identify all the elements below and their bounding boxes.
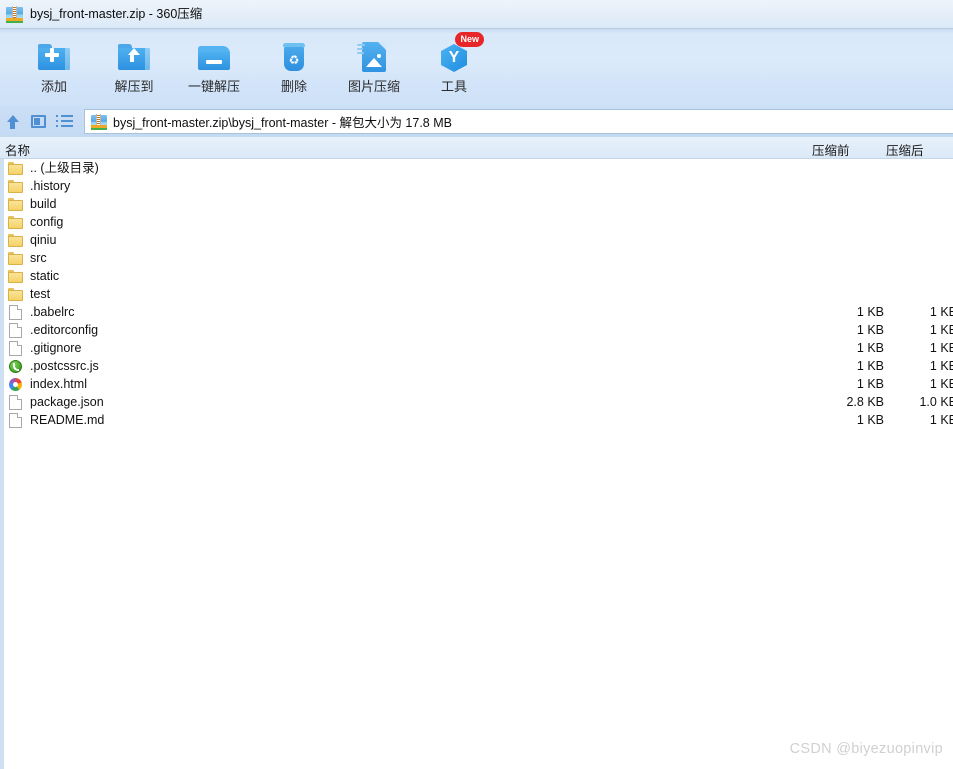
file-name: qiniu	[30, 232, 57, 247]
file-name: .babelrc	[30, 304, 75, 319]
folder-icon	[8, 287, 24, 302]
folder-oneclick-icon	[196, 39, 232, 75]
folder-plus-icon	[36, 39, 72, 75]
folder-icon	[8, 251, 24, 266]
file-size-after: 1 KB	[929, 413, 953, 427]
table-row[interactable]: .. (上级目录)	[4, 159, 953, 177]
document-icon	[8, 304, 24, 320]
table-row[interactable]: package.json2.8 KB1.0 KB	[4, 393, 953, 411]
path-input[interactable]: bysj_front-master.zip\bysj_front-master …	[84, 109, 953, 134]
delete-button-label: 删除	[280, 79, 307, 94]
table-row[interactable]: build	[4, 195, 953, 213]
one-click-extract-button[interactable]: 一键解压	[174, 33, 254, 93]
file-size-after: 1 KB	[929, 323, 953, 337]
file-size-after: 1 KB	[929, 305, 953, 319]
delete-button[interactable]: ♻ 删除	[254, 33, 334, 93]
toolbar: 添加 解压到 一键解压 ♻ 删除 图片压缩 Y New 工具	[0, 28, 953, 106]
file-name: .. (上级目录)	[30, 160, 99, 175]
file-size-after: 1.0 KB	[919, 395, 953, 409]
table-row[interactable]: .babelrc1 KB1 KB	[4, 303, 953, 321]
title-bar: bysj_front-master.zip - 360压缩	[0, 0, 953, 28]
folder-icon	[8, 269, 24, 284]
table-row[interactable]: .gitignore1 KB1 KB	[4, 339, 953, 357]
watermark: CSDN @biyezuopinvip	[789, 741, 943, 757]
image-compress-button[interactable]: 图片压缩	[334, 33, 414, 93]
table-row[interactable]: src	[4, 249, 953, 267]
file-list[interactable]: .. (上级目录) .history build config qiniu src stat…	[0, 159, 953, 769]
table-row[interactable]: index.html1 KB1 KB	[4, 375, 953, 393]
table-row[interactable]: .editorconfig1 KB1 KB	[4, 321, 953, 339]
path-text: bysj_front-master.zip\bysj_front-master …	[113, 116, 452, 130]
table-row[interactable]: .postcssrc.js1 KB1 KB	[4, 357, 953, 375]
folder-extract-icon	[116, 39, 152, 75]
image-compress-button-label: 图片压缩	[347, 79, 400, 94]
column-header-before[interactable]: 压缩前	[812, 140, 850, 159]
javascript-file-icon	[8, 359, 24, 374]
add-button-label: 添加	[40, 79, 67, 94]
table-row[interactable]: .history	[4, 177, 953, 195]
document-icon	[8, 394, 24, 410]
zip-archive-icon	[6, 5, 23, 23]
column-header: 名称 压缩前 压缩后	[0, 137, 953, 159]
folder-icon	[8, 179, 24, 194]
tools-button-label: 工具	[440, 79, 467, 94]
up-arrow-icon[interactable]	[0, 110, 26, 134]
app-window: bysj_front-master.zip - 360压缩 添加 解压到 一键解…	[0, 0, 953, 769]
file-name: .editorconfig	[30, 322, 99, 337]
file-name: README.md	[30, 412, 105, 427]
tools-button[interactable]: Y New 工具	[414, 32, 494, 94]
extract-to-button-label: 解压到	[114, 79, 154, 94]
address-bar: bysj_front-master.zip\bysj_front-master …	[0, 106, 953, 137]
document-icon	[8, 340, 24, 356]
extract-to-button[interactable]: 解压到	[94, 33, 174, 93]
table-row[interactable]: test	[4, 285, 953, 303]
table-row[interactable]: README.md1 KB1 KB	[4, 411, 953, 429]
file-name: package.json	[30, 394, 104, 409]
file-name: index.html	[30, 376, 87, 391]
html-file-icon	[8, 377, 24, 392]
one-click-extract-button-label: 一键解压	[187, 79, 240, 94]
new-badge: New	[455, 32, 484, 47]
file-name: config	[30, 214, 64, 229]
file-name: src	[30, 250, 47, 265]
folder-icon	[8, 233, 24, 248]
folder-icon	[8, 161, 24, 176]
column-header-after[interactable]: 压缩后	[886, 140, 924, 159]
file-name: .history	[30, 178, 71, 193]
list-view-icon[interactable]	[52, 110, 78, 134]
document-icon	[8, 412, 24, 428]
table-row[interactable]: config	[4, 213, 953, 231]
file-size-after: 1 KB	[929, 341, 953, 355]
add-button[interactable]: 添加	[14, 33, 94, 93]
file-name: .gitignore	[30, 340, 82, 355]
folder-icon	[8, 215, 24, 230]
file-name: test	[30, 286, 51, 301]
table-row[interactable]: static	[4, 267, 953, 285]
document-icon	[8, 322, 24, 338]
column-header-name[interactable]: 名称	[5, 140, 30, 159]
file-size-after: 1 KB	[929, 377, 953, 391]
folder-icon	[8, 197, 24, 212]
table-row[interactable]: qiniu	[4, 231, 953, 249]
file-name: .postcssrc.js	[30, 358, 99, 373]
image-compress-icon	[356, 39, 392, 75]
window-title: bysj_front-master.zip - 360压缩	[30, 6, 203, 21]
file-size-after: 1 KB	[929, 359, 953, 373]
file-name: build	[30, 196, 57, 211]
trash-icon: ♻	[276, 39, 312, 75]
file-name: static	[30, 268, 60, 283]
zip-archive-icon	[91, 113, 107, 130]
preview-panel-icon[interactable]	[26, 110, 52, 134]
